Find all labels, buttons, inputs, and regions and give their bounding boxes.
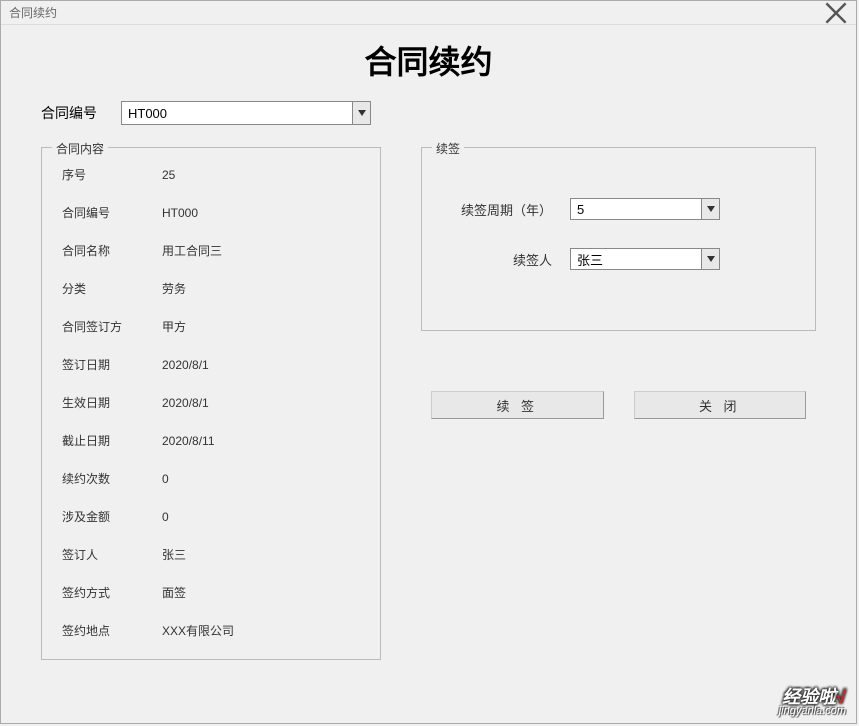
field-label: 分类 (62, 280, 162, 297)
renew-person-value: 张三 (571, 249, 701, 269)
columns: 合同内容 序号25合同编号HT000合同名称用工合同三分类劳务合同签订方甲方签订… (41, 147, 816, 660)
contract-content-legend: 合同内容 (52, 140, 108, 157)
renew-period-row: 续签周期（年） 5 (450, 198, 787, 220)
field-row: 签约方式面签 (62, 584, 360, 601)
field-label: 合同签订方 (62, 318, 162, 335)
chevron-down-icon[interactable] (352, 102, 370, 124)
chevron-down-icon[interactable] (701, 249, 719, 269)
contract-number-value: HT000 (122, 102, 352, 124)
contract-number-row: 合同编号 HT000 (41, 101, 816, 125)
field-value: 0 (162, 472, 360, 486)
field-label: 涉及金额 (62, 508, 162, 525)
check-icon: √ (836, 687, 846, 707)
field-row: 签约地点XXX有限公司 (62, 622, 360, 639)
dialog-window: 合同续约 合同续约 合同编号 HT000 合同内容 序号25合同编号HT000合… (0, 0, 857, 724)
field-row: 签订日期2020/8/1 (62, 356, 360, 373)
watermark: 经验啦√ jingyanla.com (779, 688, 846, 717)
field-value: 25 (162, 168, 360, 182)
field-value: XXX有限公司 (162, 622, 360, 639)
field-value: 劳务 (162, 280, 360, 297)
field-label: 生效日期 (62, 394, 162, 411)
renew-period-select[interactable]: 5 (570, 198, 720, 220)
field-value: 用工合同三 (162, 242, 360, 259)
field-value: 张三 (162, 546, 360, 563)
contract-number-label: 合同编号 (41, 103, 111, 123)
renew-group: 续签 续签周期（年） 5 续签人 张三 (421, 147, 816, 331)
renew-person-select[interactable]: 张三 (570, 248, 720, 270)
field-row: 分类劳务 (62, 280, 360, 297)
button-row: 续 签 关 闭 (421, 391, 816, 419)
field-label: 合同编号 (62, 204, 162, 221)
field-row: 生效日期2020/8/1 (62, 394, 360, 411)
field-value: 2020/8/1 (162, 358, 360, 372)
watermark-text: 经验啦√ (779, 688, 846, 706)
field-row: 合同签订方甲方 (62, 318, 360, 335)
page-title: 合同续约 (41, 37, 816, 83)
window-title: 合同续约 (9, 4, 824, 21)
field-label: 合同名称 (62, 242, 162, 259)
contract-number-select[interactable]: HT000 (121, 101, 371, 125)
field-value: 甲方 (162, 318, 360, 335)
chevron-down-icon[interactable] (701, 199, 719, 219)
field-label: 截止日期 (62, 432, 162, 449)
field-value: 面签 (162, 584, 360, 601)
renew-period-label: 续签周期（年） (450, 200, 570, 219)
field-row: 涉及金额0 (62, 508, 360, 525)
field-value: 2020/8/11 (162, 434, 360, 448)
field-row: 合同编号HT000 (62, 204, 360, 221)
field-row: 截止日期2020/8/11 (62, 432, 360, 449)
renew-legend: 续签 (432, 140, 464, 157)
field-label: 签订日期 (62, 356, 162, 373)
field-row: 签订人张三 (62, 546, 360, 563)
renew-person-label: 续签人 (450, 250, 570, 269)
field-value: 2020/8/1 (162, 396, 360, 410)
renew-person-row: 续签人 张三 (450, 248, 787, 270)
right-column: 续签 续签周期（年） 5 续签人 张三 (421, 147, 816, 660)
field-value: HT000 (162, 206, 360, 220)
renew-button[interactable]: 续 签 (431, 391, 604, 419)
field-label: 续约次数 (62, 470, 162, 487)
contract-content-group: 合同内容 序号25合同编号HT000合同名称用工合同三分类劳务合同签订方甲方签订… (41, 147, 381, 660)
field-label: 签约方式 (62, 584, 162, 601)
renew-period-value: 5 (571, 199, 701, 219)
close-icon[interactable] (824, 3, 848, 23)
watermark-url: jingyanla.com (779, 706, 846, 717)
field-row: 序号25 (62, 166, 360, 183)
field-label: 签订人 (62, 546, 162, 563)
field-row: 续约次数0 (62, 470, 360, 487)
close-button[interactable]: 关 闭 (634, 391, 807, 419)
field-label: 签约地点 (62, 622, 162, 639)
content-area: 合同续约 合同编号 HT000 合同内容 序号25合同编号HT000合同名称用工… (1, 25, 856, 680)
field-value: 0 (162, 510, 360, 524)
field-label: 序号 (62, 166, 162, 183)
titlebar: 合同续约 (1, 1, 856, 25)
field-row: 合同名称用工合同三 (62, 242, 360, 259)
